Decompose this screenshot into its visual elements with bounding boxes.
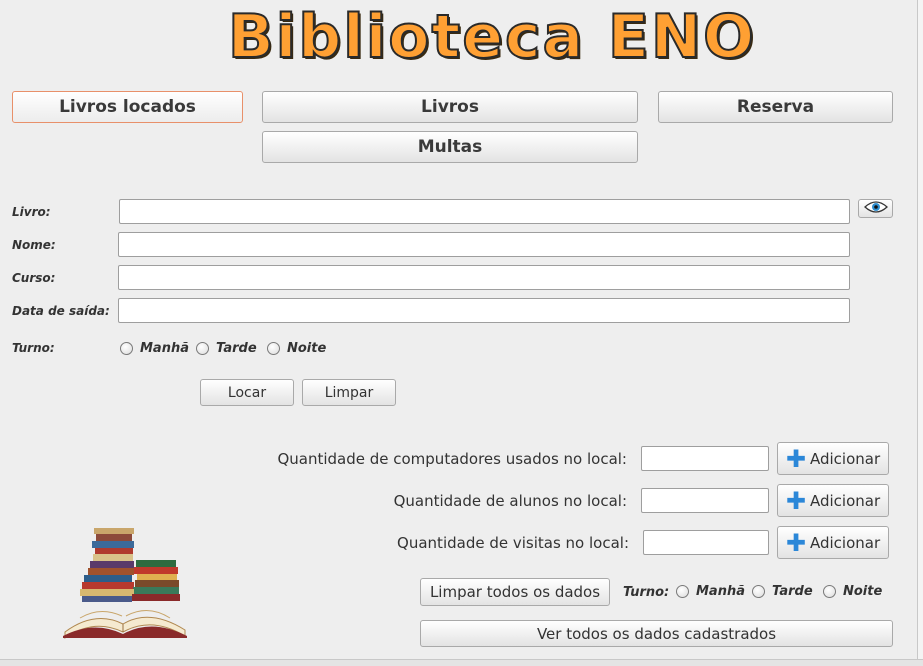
stats-turno-manha-label: Manhã xyxy=(696,584,745,599)
turno-tarde-label: Tarde xyxy=(216,341,257,356)
stats-turno-label: Turno: xyxy=(623,585,670,600)
turno-manha-radio[interactable] xyxy=(120,342,133,355)
plus-icon: ✚ xyxy=(785,444,806,473)
stats-turno-noite-label: Noite xyxy=(843,584,883,599)
turno-tarde-radio[interactable] xyxy=(196,342,209,355)
computadores-input[interactable] xyxy=(641,446,769,471)
plus-icon: ✚ xyxy=(785,486,806,515)
ver-todos-button[interactable]: Ver todos os dados cadastrados xyxy=(420,620,893,647)
livro-field[interactable] xyxy=(119,199,850,224)
adicionar-alunos-button[interactable]: ✚ Adicionar xyxy=(777,484,889,517)
plus-icon: ✚ xyxy=(785,528,806,557)
curso-field[interactable] xyxy=(118,265,850,290)
adicionar-computadores-button[interactable]: ✚ Adicionar xyxy=(777,442,889,475)
locar-button[interactable]: Locar xyxy=(200,379,294,406)
stats-turno-tarde-label: Tarde xyxy=(772,584,813,599)
limpar-todos-button[interactable]: Limpar todos os dados xyxy=(420,578,610,606)
adicionar-label: Adicionar xyxy=(809,533,881,552)
livros-locados-button[interactable]: Livros locados xyxy=(12,91,243,123)
turno-label: Turno: xyxy=(12,341,55,355)
adicionar-label: Adicionar xyxy=(809,449,881,468)
turno-manha-label: Manhã xyxy=(140,341,189,356)
data-saida-label: Data de saída: xyxy=(12,304,110,318)
eye-icon xyxy=(863,200,888,218)
limpar-button[interactable]: Limpar xyxy=(302,379,396,406)
horizontal-scrollbar[interactable] xyxy=(0,659,923,666)
data-saida-field[interactable] xyxy=(118,298,850,323)
app-title: Biblioteca ENO xyxy=(227,1,757,73)
alunos-input[interactable] xyxy=(641,488,769,513)
computadores-label: Quantidade de computadores usados no loc… xyxy=(277,450,627,468)
livro-label: Livro: xyxy=(12,205,51,219)
turno-noite-radio[interactable] xyxy=(267,342,280,355)
stats-turno-noite-radio[interactable] xyxy=(823,585,836,598)
visitas-label: Quantidade de visitas no local: xyxy=(397,534,629,552)
turno-noite-label: Noite xyxy=(287,341,327,356)
adicionar-label: Adicionar xyxy=(809,491,881,510)
visitas-input[interactable] xyxy=(643,530,769,555)
stats-turno-tarde-radio[interactable] xyxy=(752,585,765,598)
vertical-scrollbar[interactable] xyxy=(917,0,923,666)
adicionar-visitas-button[interactable]: ✚ Adicionar xyxy=(777,526,889,559)
view-book-button[interactable] xyxy=(858,199,893,218)
curso-label: Curso: xyxy=(12,271,56,285)
multas-button[interactable]: Multas xyxy=(262,131,638,163)
stats-turno-manha-radio[interactable] xyxy=(676,585,689,598)
nome-field[interactable] xyxy=(118,232,850,257)
nome-label: Nome: xyxy=(12,238,56,252)
books-stack-icon xyxy=(60,520,190,640)
livros-button[interactable]: Livros xyxy=(262,91,638,123)
reserva-button[interactable]: Reserva xyxy=(658,91,893,123)
alunos-label: Quantidade de alunos no local: xyxy=(393,492,627,510)
